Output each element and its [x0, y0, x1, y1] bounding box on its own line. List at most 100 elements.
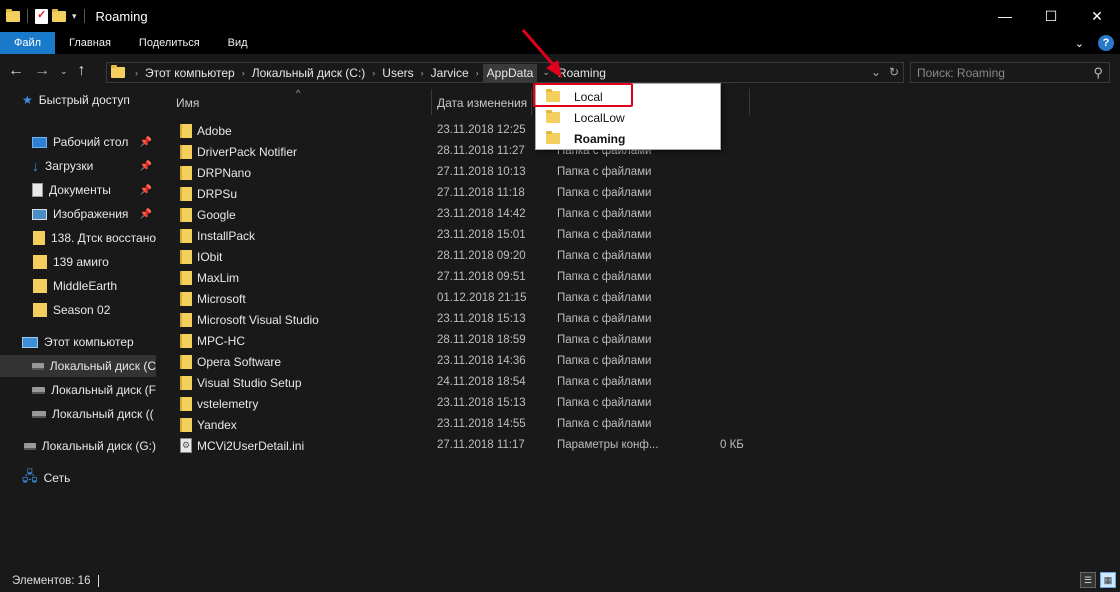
sidebar-item-label: 138. Дтск восстано [50, 231, 156, 245]
status-bar: Элементов: 16 ☰ ▦ [0, 569, 1120, 592]
table-row[interactable]: Google 23.11.2018 14:42 Папка с файлами [178, 204, 758, 225]
table-row[interactable]: DRPNano 27.11.2018 10:13 Папка с файлами [178, 162, 758, 183]
tab-file[interactable]: Файл [0, 32, 56, 54]
chevron-right-icon[interactable]: › [131, 68, 142, 78]
sidebar-item-drive-f[interactable]: Локальный диск (F [0, 379, 156, 401]
new-folder-icon[interactable] [52, 8, 66, 22]
table-row[interactable]: DRPSu 27.11.2018 11:18 Папка с файлами [178, 183, 758, 204]
file-name: IObit [197, 250, 223, 264]
recent-locations-icon[interactable]: ⌄ [60, 66, 68, 77]
tab-share[interactable]: Поделиться [125, 32, 214, 54]
column-divider[interactable] [749, 89, 750, 115]
breadcrumb-users[interactable]: Users [379, 66, 416, 80]
chevron-right-icon[interactable]: › [417, 68, 428, 78]
file-name: Adobe [197, 124, 232, 138]
file-date: 23.11.2018 12:25 [437, 124, 526, 136]
file-date: 28.11.2018 09:20 [437, 250, 526, 262]
file-type: Папка с файлами [557, 187, 652, 199]
sidebar-item-this-pc[interactable]: Этот компьютер [0, 331, 156, 353]
table-row[interactable]: Microsoft 01.12.2018 21:15 Папка с файлами [178, 288, 758, 309]
tab-home[interactable]: Главная [55, 32, 125, 54]
menu-item-locallow[interactable]: LocalLow [536, 107, 720, 128]
sidebar-item-documents[interactable]: Документы 📌 [0, 179, 156, 201]
tiles-view-button[interactable]: ▦ [1100, 572, 1116, 588]
file-type: Папка с файлами [557, 250, 652, 262]
sidebar-item-quick-access[interactable]: ★ Быстрый доступ [0, 89, 156, 111]
breadcrumb-drive-c[interactable]: Локальный диск (C:) [249, 66, 369, 80]
pin-icon[interactable]: 📌 [140, 209, 152, 220]
close-button[interactable]: ✕ [1074, 0, 1120, 32]
customize-toolbar-icon[interactable]: ▾ [72, 11, 77, 22]
window-controls: — ☐ ✕ [982, 0, 1120, 32]
column-header-name[interactable]: Имя [176, 89, 199, 116]
sidebar-item-drive-other[interactable]: Локальный диск (( [0, 403, 156, 425]
table-row[interactable]: Microsoft Visual Studio 23.11.2018 15:13 П… [178, 309, 758, 330]
sidebar-item-folder-138[interactable]: 138. Дтск восстано [0, 227, 156, 249]
minimize-button[interactable]: — [982, 0, 1028, 32]
quick-access-toolbar: ▾ [0, 8, 88, 24]
table-row[interactable]: MPC-HC 28.11.2018 18:59 Папка с файлами [178, 330, 758, 351]
navigation-buttons: ← → ⌄ ↑ [8, 62, 86, 80]
menu-item-roaming[interactable]: Roaming [536, 128, 720, 149]
sidebar-item-desktop[interactable]: Рабочий стол 📌 [0, 131, 156, 153]
sidebar-item-pictures[interactable]: Изображения 📌 [0, 203, 156, 225]
sidebar-item-middleearth[interactable]: MiddleEarth [0, 275, 156, 297]
sidebar-item-network[interactable]: 🖧 Сеть [0, 467, 156, 489]
table-row[interactable]: Visual Studio Setup 24.11.2018 18:54 Папка… [178, 372, 758, 393]
column-header-date[interactable]: Дата изменения [437, 89, 527, 116]
download-icon: ↓ [32, 158, 39, 174]
address-history-icon[interactable]: ⌄ [871, 65, 881, 79]
sort-ascending-icon: ^ [296, 88, 301, 98]
chevron-right-icon[interactable]: › [368, 68, 379, 78]
folder-icon [180, 229, 192, 243]
annotation-arrow-icon [521, 29, 562, 78]
chevron-right-icon[interactable]: › [472, 68, 483, 78]
table-row[interactable]: MCVi2UserDetail.ini 27.11.2018 11:17 Парам… [178, 435, 758, 456]
refresh-icon[interactable]: ↻ [889, 65, 899, 79]
sidebar-item-downloads[interactable]: ↓ Загрузки 📌 [0, 155, 156, 177]
file-type: Папка с файлами [557, 334, 652, 346]
file-size: 0 КБ [720, 439, 744, 451]
sidebar-item-label: Сеть [43, 471, 71, 485]
table-row[interactable]: Yandex 23.11.2018 14:55 Папка с файлами [178, 414, 758, 435]
sidebar-item-label: Локальный диск (C [49, 359, 156, 373]
sidebar-item-folder-139[interactable]: 139 амиго [0, 251, 156, 273]
folder-icon [111, 65, 125, 78]
search-input[interactable]: Поиск: Roaming ⚲ [910, 62, 1110, 83]
chevron-right-icon[interactable]: › [238, 68, 249, 78]
back-arrow-icon[interactable]: ← [8, 62, 24, 80]
breadcrumb-this-pc[interactable]: Этот компьютер [142, 66, 238, 80]
sidebar-item-drive-g[interactable]: Локальный диск (G:) [0, 435, 156, 457]
file-name: InstallPack [197, 229, 256, 243]
table-row[interactable]: MaxLim 27.11.2018 09:51 Папка с файлами [178, 267, 758, 288]
pin-icon[interactable]: 📌 [140, 137, 152, 148]
table-row[interactable]: IObit 28.11.2018 09:20 Папка с файлами [178, 246, 758, 267]
column-divider[interactable] [531, 89, 532, 115]
maximize-button[interactable]: ☐ [1028, 0, 1074, 32]
column-divider[interactable] [431, 89, 432, 115]
properties-icon[interactable] [35, 8, 48, 24]
sidebar-item-label: Загрузки [45, 159, 94, 173]
sidebar-item-label: Локальный диск (G:) [41, 439, 156, 453]
file-name: Yandex [197, 418, 237, 432]
pin-icon[interactable]: 📌 [140, 185, 152, 196]
file-type: Параметры конф... [557, 439, 659, 451]
table-row[interactable]: InstallPack 23.11.2018 15:01 Папка с файла… [178, 225, 758, 246]
details-view-button[interactable]: ☰ [1080, 572, 1096, 588]
up-arrow-icon[interactable]: ↑ [78, 62, 86, 80]
drive-icon [32, 362, 44, 370]
address-bar[interactable]: › Этот компьютер › Локальный диск (C:) ›… [106, 62, 904, 83]
search-icon[interactable]: ⚲ [1093, 65, 1103, 81]
sidebar-item-drive-c[interactable]: Локальный диск (C [0, 355, 156, 377]
expand-ribbon-icon[interactable]: ⌄ [1075, 37, 1084, 50]
folder-icon [180, 271, 192, 285]
help-icon[interactable]: ? [1098, 35, 1114, 51]
table-row[interactable]: Opera Software 23.11.2018 14:36 Папка с фа… [178, 351, 758, 372]
pin-icon[interactable]: 📌 [140, 161, 152, 172]
table-row[interactable]: vstelemetry 23.11.2018 15:13 Папка с файла… [178, 393, 758, 414]
sidebar-item-label: 139 амиго [53, 255, 109, 269]
sidebar-item-season02[interactable]: Season 02 [0, 299, 156, 321]
forward-arrow-icon[interactable]: → [34, 62, 50, 80]
tab-view[interactable]: Вид [214, 32, 262, 54]
breadcrumb-jarvice[interactable]: Jarvice [428, 66, 472, 80]
